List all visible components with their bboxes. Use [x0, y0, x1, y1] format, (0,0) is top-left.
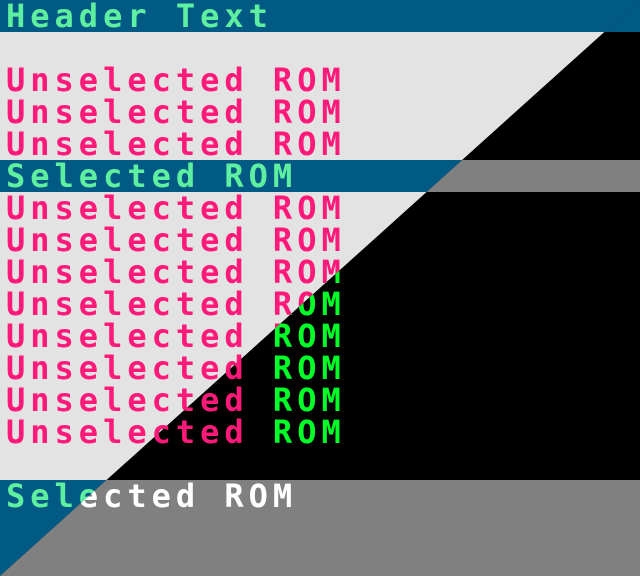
header-bar: Header Text [0, 0, 640, 32]
rom-tag: ROM [272, 413, 346, 451]
header-text: Header Text [6, 0, 273, 35]
